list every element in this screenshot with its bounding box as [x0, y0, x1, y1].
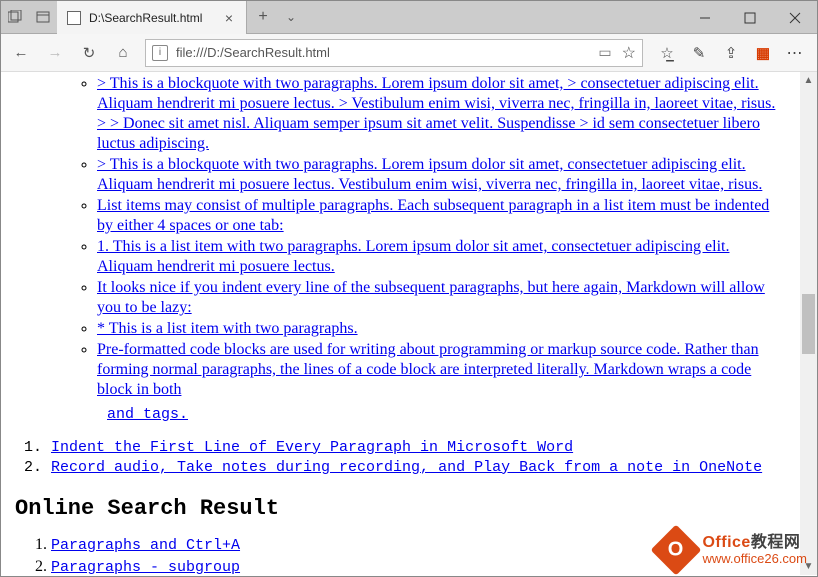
new-tab-button[interactable]: +: [247, 1, 279, 33]
address-bar: ← → ↻ ⌂ i file:///D:/SearchResult.html ▭…: [1, 34, 817, 72]
browser-tab[interactable]: D:\SearchResult.html ×: [57, 1, 247, 34]
content-link[interactable]: * This is a list item with two paragraph…: [97, 320, 358, 337]
home-button[interactable]: ⌂: [111, 41, 135, 65]
bullet-list: > This is a blockquote with two paragrap…: [97, 74, 786, 425]
favorite-icon[interactable]: ☆: [622, 43, 636, 63]
content-link[interactable]: It looks nice if you indent every line o…: [97, 279, 765, 316]
share-icon[interactable]: ⇪: [721, 44, 741, 62]
content-link[interactable]: Record audio, Take notes during recordin…: [51, 459, 762, 476]
tab-title: D:\SearchResult.html: [89, 11, 214, 25]
reading-view-icon[interactable]: ▭: [598, 44, 611, 61]
content-link[interactable]: Pre-formatted code blocks are used for w…: [97, 341, 759, 398]
code-tag-link[interactable]: and tags.: [107, 406, 786, 425]
content-link[interactable]: > This is a blockquote with two paragrap…: [97, 75, 775, 152]
numbered-list-b: Paragraphs and Ctrl+A Paragraphs - subgr…: [51, 535, 786, 575]
titlebar: D:\SearchResult.html × + ⌄: [1, 1, 817, 34]
site-info-icon[interactable]: i: [152, 45, 168, 61]
window-controls: [682, 1, 817, 33]
url-text: file:///D:/SearchResult.html: [176, 45, 590, 60]
maximize-button[interactable]: [727, 1, 772, 34]
close-tab-icon[interactable]: ×: [222, 10, 236, 26]
content-link[interactable]: 1. This is a list item with two paragrap…: [97, 238, 729, 275]
page-icon: [67, 11, 81, 25]
page-viewport: > This is a blockquote with two paragrap…: [1, 72, 800, 575]
list-item: > This is a blockquote with two paragrap…: [97, 74, 786, 154]
minimize-button[interactable]: [682, 1, 727, 34]
tab-actions-icon[interactable]: ⌄: [279, 1, 303, 33]
content-link[interactable]: Indent the First Line of Every Paragraph…: [51, 439, 573, 456]
url-box[interactable]: i file:///D:/SearchResult.html ▭ ☆: [145, 39, 643, 67]
section-heading: Online Search Result: [15, 495, 786, 523]
content-link[interactable]: > This is a blockquote with two paragrap…: [97, 156, 762, 193]
content-link[interactable]: Paragraphs and Ctrl+A: [51, 537, 240, 554]
list-item: It looks nice if you indent every line o…: [97, 278, 786, 318]
content-link[interactable]: List items may consist of multiple parag…: [97, 197, 769, 234]
titlebar-left: [1, 1, 57, 33]
list-item: * This is a list item with two paragraph…: [97, 319, 786, 339]
favorites-hub-icon[interactable]: ☆̲: [657, 44, 677, 62]
office-extension-icon[interactable]: ▦: [753, 44, 773, 62]
list-item: 1. This is a list item with two paragrap…: [97, 237, 786, 277]
titlebar-drag: [303, 1, 682, 33]
more-menu-icon[interactable]: ⋯: [785, 43, 805, 63]
forward-button[interactable]: →: [43, 41, 67, 65]
vertical-scrollbar[interactable]: ▲ ▼: [800, 72, 817, 575]
set-aside-tabs-icon[interactable]: [1, 1, 29, 34]
numbered-list-a: Indent the First Line of Every Paragraph…: [51, 439, 786, 478]
content-link[interactable]: Paragraphs - subgroup: [51, 559, 240, 576]
list-item: Record audio, Take notes during recordin…: [51, 459, 786, 478]
refresh-button[interactable]: ↻: [77, 41, 101, 65]
toolbar-right: ☆̲ ✎ ⇪ ▦ ⋯: [653, 43, 809, 63]
scroll-down-icon[interactable]: ▼: [800, 558, 817, 575]
list-item: Indent the First Line of Every Paragraph…: [51, 439, 786, 458]
back-button[interactable]: ←: [9, 41, 33, 65]
list-item: List items may consist of multiple parag…: [97, 196, 786, 236]
list-item: Paragraphs and Ctrl+A: [51, 535, 786, 556]
notes-icon[interactable]: ✎: [689, 44, 709, 62]
scroll-up-icon[interactable]: ▲: [800, 72, 817, 89]
list-item: > This is a blockquote with two paragrap…: [97, 155, 786, 195]
scroll-thumb[interactable]: [802, 294, 815, 354]
list-item: Paragraphs - subgroup: [51, 557, 786, 576]
page-content: > This is a blockquote with two paragrap…: [15, 74, 786, 575]
close-window-button[interactable]: [772, 1, 817, 34]
show-tabs-icon[interactable]: [29, 1, 57, 34]
scroll-track[interactable]: [800, 89, 817, 558]
list-item: Pre-formatted code blocks are used for w…: [97, 340, 786, 425]
